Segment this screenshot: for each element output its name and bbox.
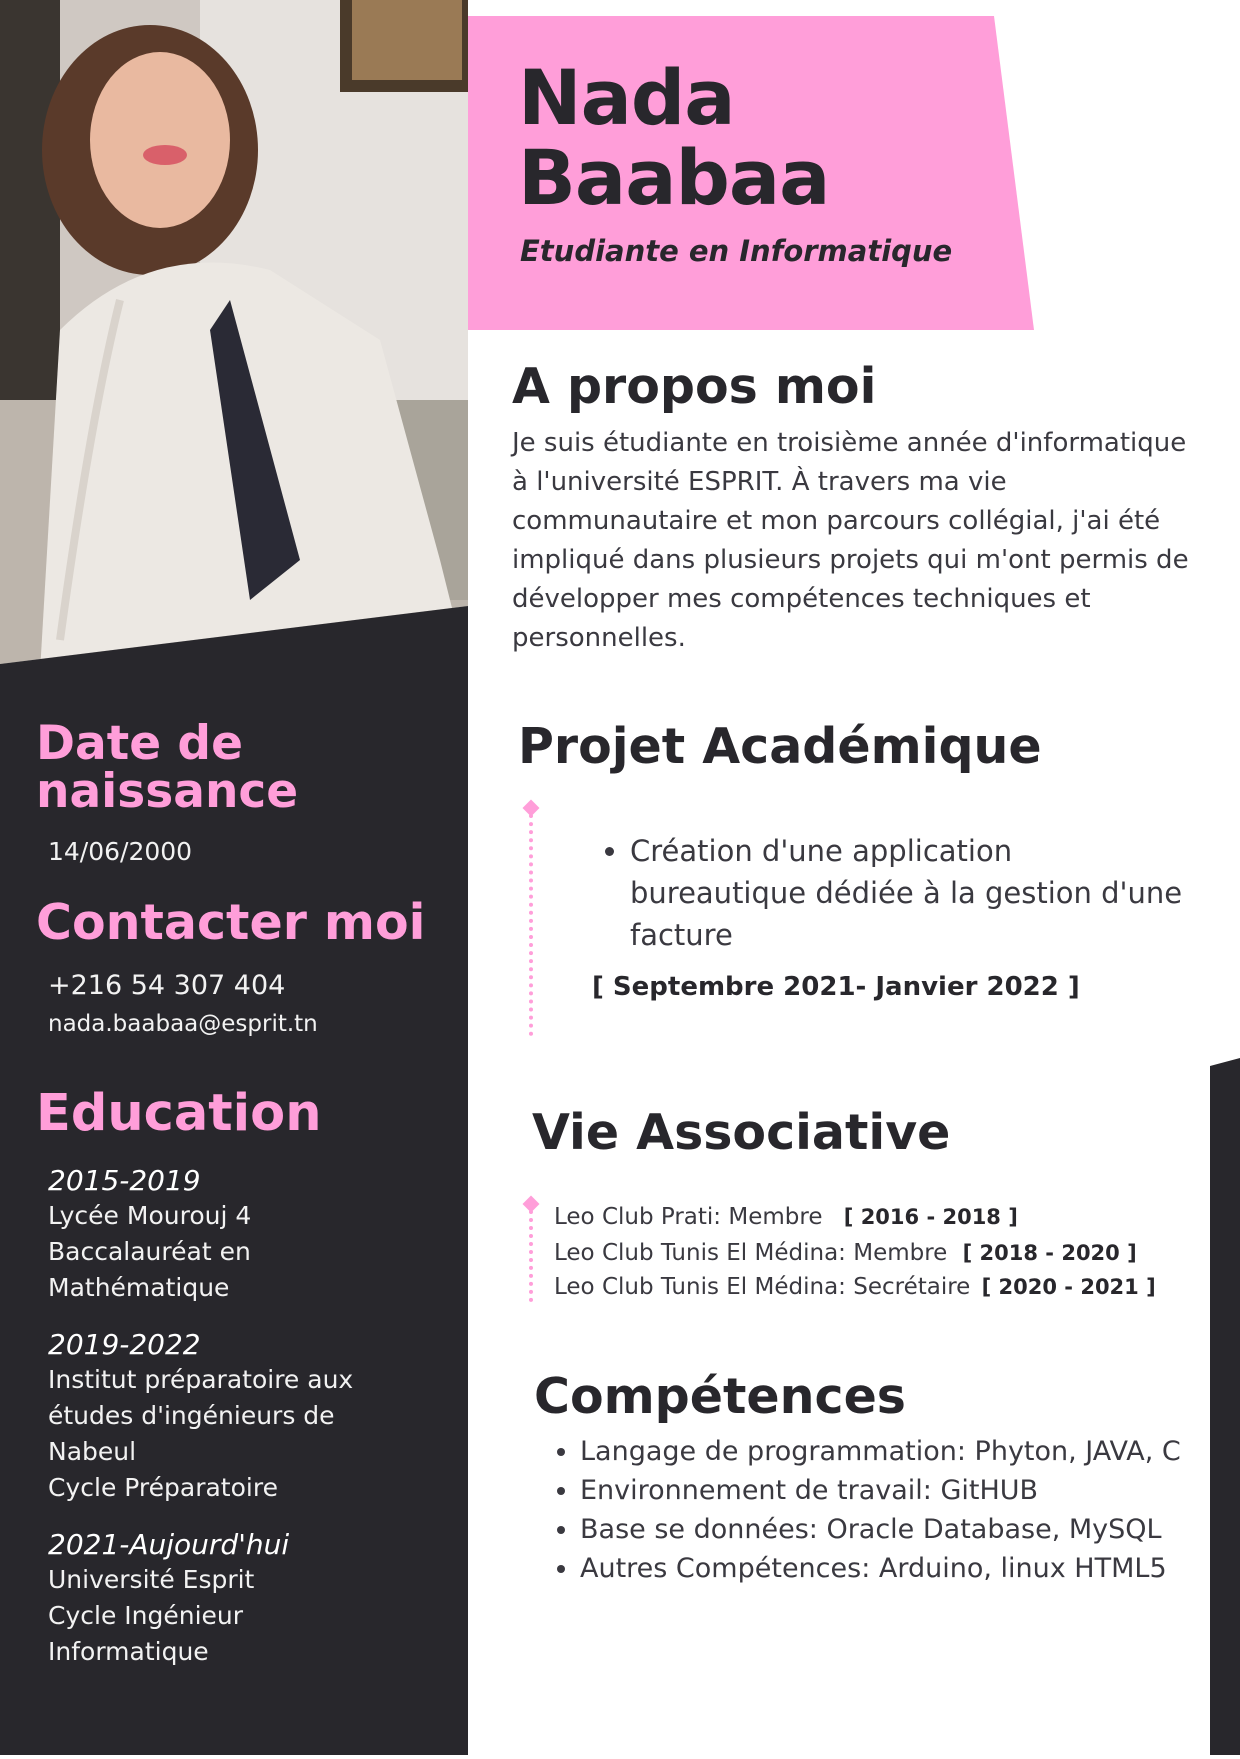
first-name: Nada bbox=[518, 53, 736, 142]
right-decor-strip bbox=[1210, 1058, 1240, 1755]
full-name: Nada Baabaa bbox=[518, 58, 830, 218]
project-list: Création d'une application bureautique d… bbox=[580, 830, 1190, 956]
contact-heading: Contacter moi bbox=[36, 894, 426, 951]
skills-list: Langage de programmation: Phyton, JAVA, … bbox=[532, 1432, 1230, 1588]
education-line: Université Esprit bbox=[48, 1565, 255, 1594]
about-text: Je suis étudiante en troisième année d'i… bbox=[512, 428, 1189, 653]
education-line: Cycle Préparatoire bbox=[48, 1473, 278, 1502]
associative-heading: Vie Associative bbox=[532, 1104, 951, 1161]
skill-item: Base se données: Oracle Database, MySQL bbox=[580, 1510, 1230, 1549]
education-years: 2015-2019 bbox=[48, 1164, 201, 1197]
skills-heading: Compétences bbox=[534, 1368, 906, 1425]
timeline-line bbox=[529, 1210, 533, 1302]
last-name: Baabaa bbox=[518, 133, 830, 222]
education-item: 2019-2022 Institut préparatoire aux étud… bbox=[48, 1328, 353, 1506]
education-line: Institut préparatoire aux bbox=[48, 1365, 354, 1394]
birth-heading: Date de naissance bbox=[36, 720, 298, 816]
associative-item: Leo Club Tunis El Médina: Secrétaire [ 2… bbox=[554, 1274, 1156, 1300]
job-title: Etudiante en Informatique bbox=[520, 234, 953, 268]
education-line: Cycle Ingénieur bbox=[48, 1601, 244, 1630]
associative-role: Leo Club Tunis El Médina: Secrétaire bbox=[554, 1274, 971, 1300]
phone-number: +216 54 307 404 bbox=[48, 970, 286, 1001]
associative-role: Leo Club Prati: Membre bbox=[554, 1204, 823, 1230]
birth-heading-line1: Date de bbox=[36, 716, 243, 771]
skill-item: Environnement de travail: GitHUB bbox=[580, 1471, 1230, 1510]
associative-date: [ 2016 - 2018 ] bbox=[843, 1205, 1018, 1229]
education-line: Informatique bbox=[48, 1637, 209, 1666]
project-date: [ Septembre 2021- Janvier 2022 ] bbox=[592, 972, 1080, 1002]
education-item: 2015-2019 Lycée Mourouj 4 Baccalauréat e… bbox=[48, 1164, 251, 1306]
education-line: Lycée Mourouj 4 bbox=[48, 1201, 252, 1230]
education-years: 2021-Aujourd'hui bbox=[48, 1528, 290, 1561]
project-heading: Projet Académique bbox=[518, 718, 1042, 775]
education-item: 2021-Aujourd'hui Université Esprit Cycle… bbox=[48, 1528, 289, 1670]
education-heading: Education bbox=[36, 1084, 322, 1143]
associative-date: [ 2020 - 2021 ] bbox=[981, 1275, 1156, 1299]
associative-role: Leo Club Tunis El Médina: Membre bbox=[554, 1240, 948, 1266]
about-heading: A propos moi bbox=[512, 358, 877, 415]
education-line: Baccalauréat en bbox=[48, 1237, 251, 1266]
associative-item: Leo Club Tunis El Médina: Membre [ 2018 … bbox=[554, 1240, 1137, 1266]
education-line: Mathématique bbox=[48, 1273, 230, 1302]
education-line: études d'ingénieurs de bbox=[48, 1401, 335, 1430]
education-line: Nabeul bbox=[48, 1437, 137, 1466]
education-years: 2019-2022 bbox=[48, 1328, 201, 1361]
timeline-line bbox=[529, 814, 533, 1036]
skill-item: Langage de programmation: Phyton, JAVA, … bbox=[580, 1432, 1230, 1471]
birth-heading-line2: naissance bbox=[36, 764, 299, 819]
project-item: Création d'une application bureautique d… bbox=[630, 830, 1190, 956]
associative-date: [ 2018 - 2020 ] bbox=[962, 1241, 1137, 1265]
email-address: nada.baabaa@esprit.tn bbox=[48, 1011, 318, 1037]
birth-date: 14/06/2000 bbox=[48, 837, 193, 866]
associative-item: Leo Club Prati: Membre [ 2016 - 2018 ] bbox=[554, 1204, 1018, 1230]
skill-item: Autres Compétences: Arduino, linux HTML5 bbox=[580, 1549, 1230, 1588]
